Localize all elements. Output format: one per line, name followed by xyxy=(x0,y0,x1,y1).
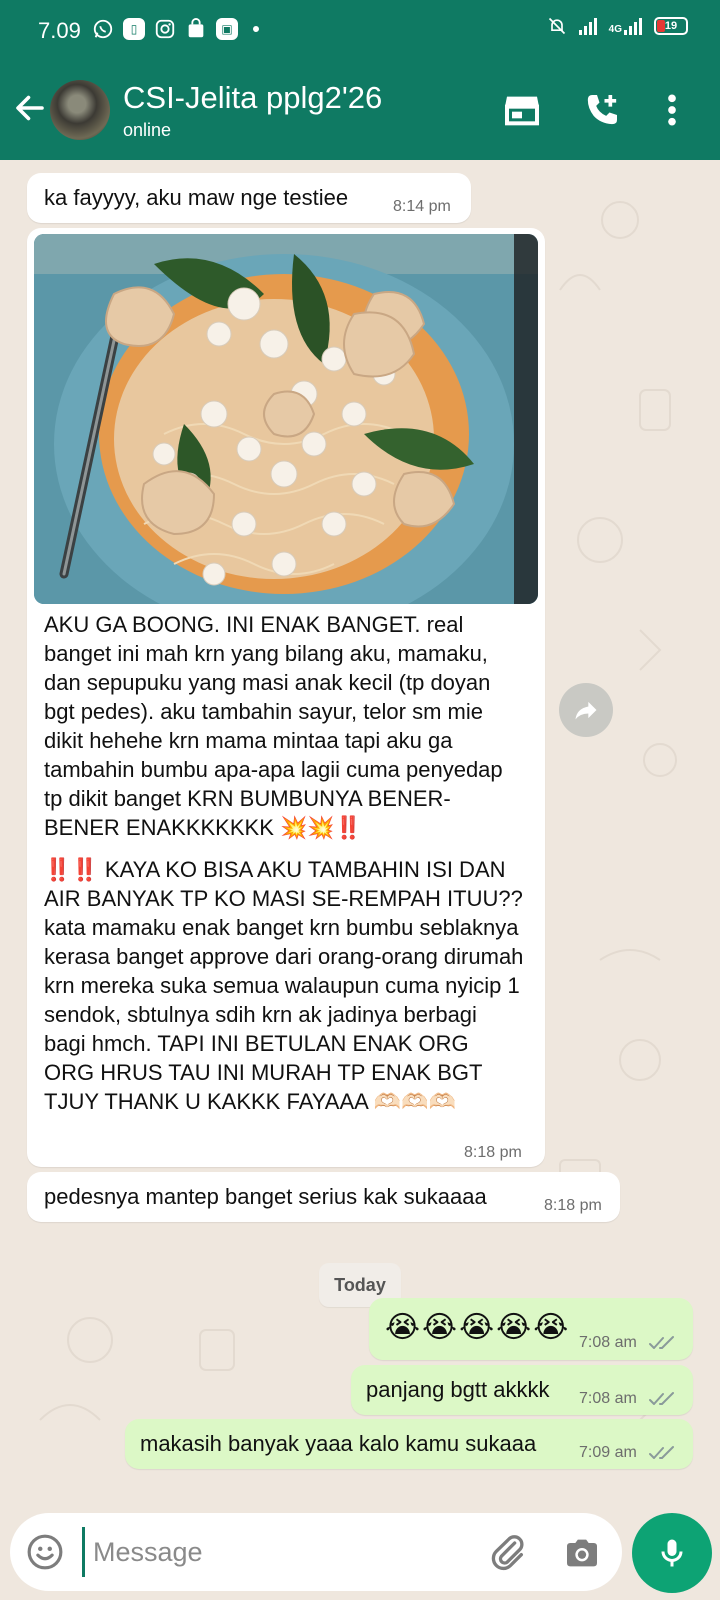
message-text: ka fayyyy, aku maw nge testiee xyxy=(44,185,349,210)
chat-name[interactable]: CSI-Jelita pplg2'26 xyxy=(123,80,382,116)
message-time: 7:08 am xyxy=(579,1390,637,1407)
status-time: 7.09 xyxy=(38,18,81,43)
message-time: 8:18 pm xyxy=(464,1144,522,1161)
chat-header: CSI-Jelita pplg2'26 online xyxy=(0,64,720,160)
message-caption-part-1: AKU GA BOONG. INI ENAK BANGET. real bang… xyxy=(44,612,503,840)
message-text: panjang bgtt akkkk xyxy=(366,1377,550,1402)
shopping-bag-icon xyxy=(188,18,204,38)
forward-button[interactable] xyxy=(559,683,613,737)
avatar[interactable] xyxy=(50,80,110,140)
notification-icons: ▯ ▣ xyxy=(92,18,259,40)
message-time: 7:09 am xyxy=(579,1444,637,1461)
read-ticks-icon xyxy=(649,1446,674,1459)
battery-icon: 19 xyxy=(654,17,688,35)
message-time: 8:18 pm xyxy=(544,1197,602,1214)
signal-4g-icon: 4G xyxy=(609,17,642,35)
read-ticks-icon xyxy=(649,1336,674,1349)
system-icons: 4G 19 xyxy=(547,16,688,36)
food-photo-image xyxy=(34,234,538,604)
whatsapp-icon xyxy=(93,19,113,39)
more-vert-icon[interactable] xyxy=(652,90,692,130)
forward-icon xyxy=(575,701,597,720)
message-time: 7:08 am xyxy=(579,1334,637,1351)
message-caption-part-2: ‼️‼️ KAYA KO BISA AKU TAMBAHIN ISI DAN A… xyxy=(44,857,524,1114)
incoming-photo-message[interactable]: AKU GA BOONG. INI ENAK BANGET. real bang… xyxy=(27,228,545,1167)
incoming-message[interactable]: pedesnya mantep banget serius kak sukaaa… xyxy=(27,1172,620,1222)
read-ticks-icon xyxy=(649,1392,674,1405)
mute-bell-icon xyxy=(548,17,565,35)
mic-icon xyxy=(661,1539,683,1567)
chat-status: online xyxy=(123,120,172,140)
store-app-icon: ▣ xyxy=(216,18,238,40)
message-text: pedesnya mantep banget serius kak sukaaa… xyxy=(44,1184,487,1209)
chat-area[interactable]: ka fayyyy, aku maw nge testiee 8:14 pm A… xyxy=(0,160,720,1505)
message-input[interactable] xyxy=(82,1527,462,1577)
arrow-left-icon[interactable] xyxy=(12,90,48,126)
emoji-icon[interactable] xyxy=(26,1533,64,1571)
incoming-message[interactable]: ka fayyyy, aku maw nge testiee 8:14 pm xyxy=(27,173,471,223)
camera-icon[interactable] xyxy=(562,1533,602,1573)
mic-button[interactable] xyxy=(632,1513,712,1593)
message-text: 😭😭😭😭😭 xyxy=(385,1310,571,1345)
app-notification-icon: ▯ xyxy=(123,18,145,40)
signal-icon xyxy=(578,17,597,35)
battery-level: 19 xyxy=(664,20,678,32)
message-time: 8:14 pm xyxy=(393,198,451,215)
network-type-label: 4G xyxy=(608,24,622,35)
message-composer xyxy=(10,1513,622,1591)
food-photo[interactable] xyxy=(34,234,538,604)
outgoing-message[interactable]: panjang bgtt akkkk 7:08 am xyxy=(351,1365,693,1415)
message-text: makasih banyak yaaa kalo kamu sukaaa xyxy=(140,1431,537,1456)
instagram-icon xyxy=(155,19,175,39)
storefront-icon[interactable] xyxy=(502,90,542,130)
outgoing-message[interactable]: 😭😭😭😭😭 7:08 am xyxy=(369,1298,693,1360)
paperclip-icon[interactable] xyxy=(488,1533,528,1573)
more-notifications-dot xyxy=(253,26,259,32)
add-call-icon[interactable] xyxy=(582,90,622,130)
status-bar: 7.09 ▯ ▣ 4G 19 xyxy=(0,0,720,64)
outgoing-message[interactable]: makasih banyak yaaa kalo kamu sukaaa 7:0… xyxy=(125,1419,693,1469)
